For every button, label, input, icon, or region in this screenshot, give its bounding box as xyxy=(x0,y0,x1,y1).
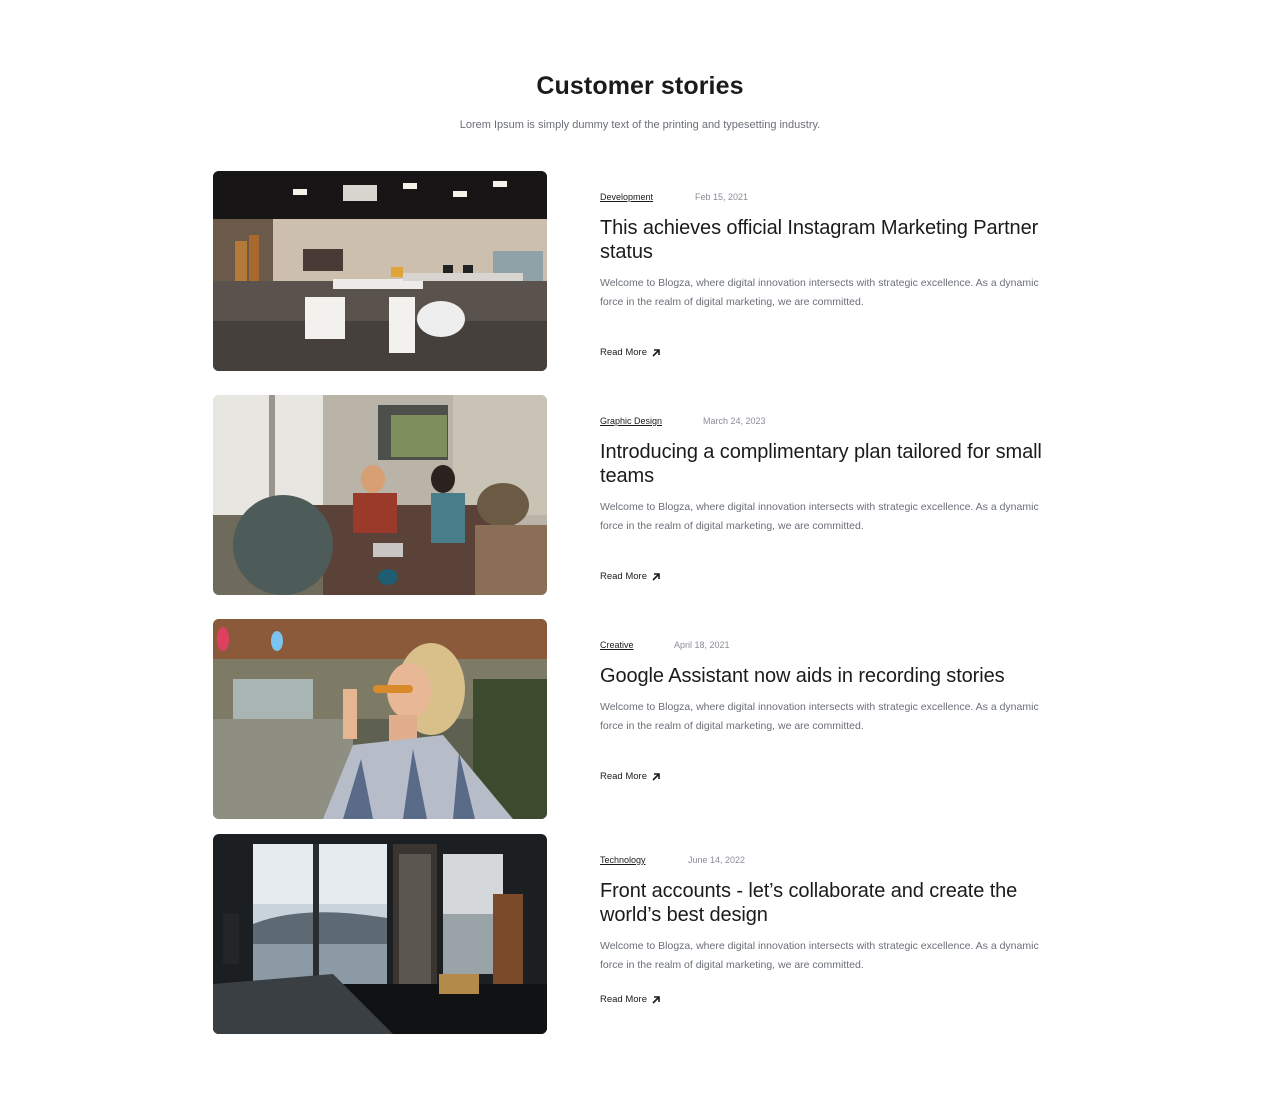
category-link[interactable]: Development xyxy=(600,192,653,202)
read-more-link[interactable]: Read More xyxy=(600,347,661,358)
post-date: Feb 15, 2021 xyxy=(695,192,749,202)
story-meta: Technology June 14, 2022 xyxy=(600,855,745,869)
story-title[interactable]: This achieves official Instagram Marketi… xyxy=(600,216,1050,264)
story-meta: Development Feb 15, 2021 xyxy=(600,192,748,206)
story-image-office[interactable] xyxy=(213,171,547,371)
story-image-window[interactable] xyxy=(213,834,547,1034)
read-more-link[interactable]: Read More xyxy=(600,771,661,782)
page-title: Customer stories xyxy=(536,72,744,100)
category-link[interactable]: Creative xyxy=(600,640,634,650)
post-date: March 24, 2023 xyxy=(703,416,766,426)
arrow-up-right-icon xyxy=(652,348,660,357)
read-more-label: Read More xyxy=(600,347,647,358)
story-title[interactable]: Front accounts - let’s collaborate and c… xyxy=(600,879,1050,927)
read-more-label: Read More xyxy=(600,571,647,582)
arrow-up-right-icon xyxy=(652,572,660,581)
story-meta: Graphic Design March 24, 2023 xyxy=(600,416,766,430)
page-subtitle: Lorem Ipsum is simply dummy text of the … xyxy=(459,119,821,131)
read-more-link[interactable]: Read More xyxy=(600,571,661,582)
story-excerpt: Welcome to Blogza, where digital innovat… xyxy=(600,501,1039,532)
story-excerpt: Welcome to Blogza, where digital innovat… xyxy=(600,940,1039,971)
story-card: Development Feb 15, 2021 This achieves o… xyxy=(213,171,1043,371)
story-card: Graphic Design March 24, 2023 Introducin… xyxy=(213,395,1043,595)
story-excerpt: Welcome to Blogza, where digital innovat… xyxy=(600,277,1039,308)
category-link[interactable]: Technology xyxy=(600,855,646,865)
story-excerpt: Welcome to Blogza, where digital innovat… xyxy=(600,701,1039,732)
read-more-link[interactable]: Read More xyxy=(600,994,661,1005)
story-image-woman[interactable] xyxy=(213,619,547,819)
story-card: Creative April 18, 2021 Google Assistant… xyxy=(213,619,1043,819)
story-card: Technology June 14, 2022 Front accounts … xyxy=(213,834,1043,1034)
post-date: June 14, 2022 xyxy=(688,855,746,865)
post-date: April 18, 2021 xyxy=(674,640,730,650)
arrow-up-right-icon xyxy=(652,995,660,1004)
story-title[interactable]: Google Assistant now aids in recording s… xyxy=(600,664,1050,688)
arrow-up-right-icon xyxy=(652,772,660,781)
story-image-meeting[interactable] xyxy=(213,395,547,595)
read-more-label: Read More xyxy=(600,994,647,1005)
read-more-label: Read More xyxy=(600,771,647,782)
story-title[interactable]: Introducing a complimentary plan tailore… xyxy=(600,440,1050,488)
category-link[interactable]: Graphic Design xyxy=(600,416,662,426)
story-meta: Creative April 18, 2021 xyxy=(600,640,730,654)
